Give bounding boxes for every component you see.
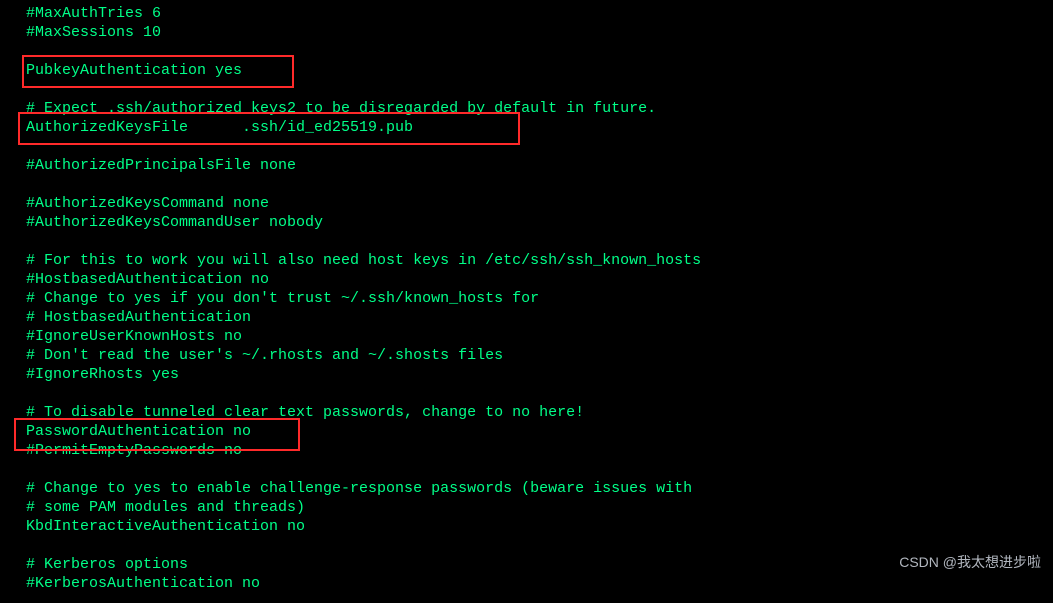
config-line: #KerberosAuthentication no	[26, 574, 1053, 593]
config-line: #MaxAuthTries 6	[26, 4, 1053, 23]
config-line	[26, 175, 1053, 194]
config-line: # Change to yes if you don't trust ~/.ss…	[26, 289, 1053, 308]
config-line: # For this to work you will also need ho…	[26, 251, 1053, 270]
config-line: # Expect .ssh/authorized_keys2 to be dis…	[26, 99, 1053, 118]
config-line: #PermitEmptyPasswords no	[26, 441, 1053, 460]
config-line: # Don't read the user's ~/.rhosts and ~/…	[26, 346, 1053, 365]
config-line: # Change to yes to enable challenge-resp…	[26, 479, 1053, 498]
config-line: # HostbasedAuthentication	[26, 308, 1053, 327]
config-line	[26, 137, 1053, 156]
terminal-output: #MaxAuthTries 6#MaxSessions 10 PubkeyAut…	[0, 0, 1053, 603]
config-lines: #MaxAuthTries 6#MaxSessions 10 PubkeyAut…	[26, 4, 1053, 593]
config-line: #AuthorizedPrincipalsFile none	[26, 156, 1053, 175]
config-line: #MaxSessions 10	[26, 23, 1053, 42]
config-line: PubkeyAuthentication yes	[26, 61, 1053, 80]
config-line: #AuthorizedKeysCommandUser nobody	[26, 213, 1053, 232]
config-line: PasswordAuthentication no	[26, 422, 1053, 441]
config-line: # To disable tunneled clear text passwor…	[26, 403, 1053, 422]
watermark: CSDN @我太想进步啦	[899, 553, 1041, 572]
config-line: #IgnoreRhosts yes	[26, 365, 1053, 384]
config-line	[26, 384, 1053, 403]
config-line: #IgnoreUserKnownHosts no	[26, 327, 1053, 346]
config-line	[26, 232, 1053, 251]
config-line	[26, 460, 1053, 479]
config-line	[26, 80, 1053, 99]
config-line: # some PAM modules and threads)	[26, 498, 1053, 517]
config-line: #AuthorizedKeysCommand none	[26, 194, 1053, 213]
config-line	[26, 42, 1053, 61]
config-line: KbdInteractiveAuthentication no	[26, 517, 1053, 536]
config-line: #HostbasedAuthentication no	[26, 270, 1053, 289]
config-line: AuthorizedKeysFile .ssh/id_ed25519.pub	[26, 118, 1053, 137]
